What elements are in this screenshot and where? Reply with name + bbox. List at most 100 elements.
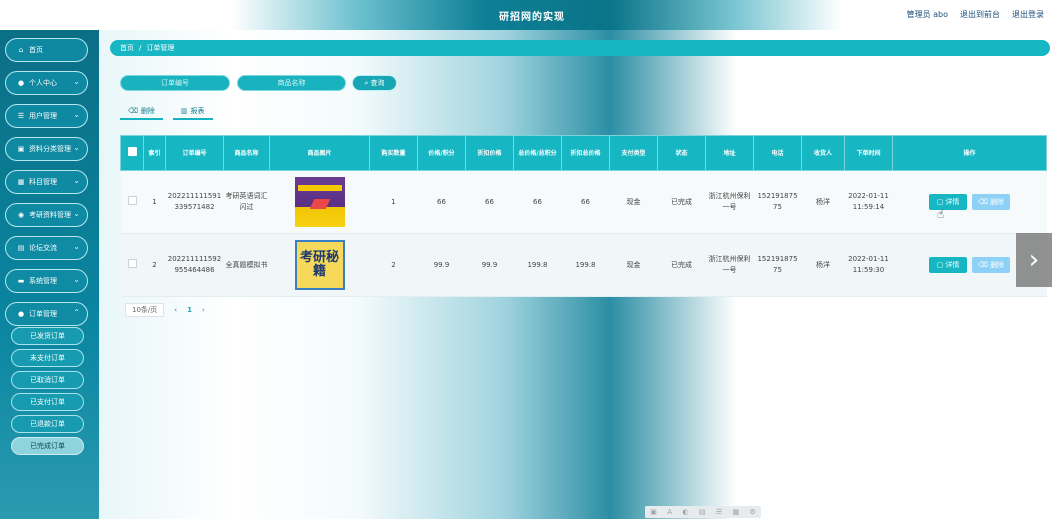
- toolbar-icon[interactable]: ▦: [733, 508, 740, 516]
- cell-discount-total: 66: [561, 170, 610, 234]
- select-all-checkbox[interactable]: [127, 147, 137, 156]
- cell-total: 66: [513, 170, 562, 234]
- sidebar-item-label: 首页: [29, 46, 43, 54]
- folder-icon: ▣: [17, 145, 25, 153]
- column-header: 商品名称: [223, 135, 270, 171]
- table-row: 1 202211111591339571482 考研英语词汇闪过 1 66 66…: [120, 170, 1047, 234]
- orders-table: 索引 订单编号 商品名称 商品图片 购买数量 价格/积分 折扣价格 总价格/总积…: [120, 135, 1047, 297]
- cell-order-no: 202211111591339571482: [165, 170, 224, 234]
- admin-user-link[interactable]: 管理员 abo: [907, 9, 948, 20]
- cell-product-image: 考研秘籍: [269, 233, 370, 297]
- sidebar-item-order-management[interactable]: ● 订单管理 ⌃: [5, 302, 88, 326]
- search-button[interactable]: ⌕ 查询: [352, 75, 397, 91]
- toolbar-icon[interactable]: ▣: [650, 508, 657, 516]
- sidebar-item-material-category[interactable]: ▣ 资料分类管理 ⌄: [5, 137, 88, 161]
- cell-price: 66: [417, 170, 466, 234]
- detail-button[interactable]: ▢ 详情: [929, 257, 967, 273]
- sub-item-shipped-orders[interactable]: 已发货订单: [11, 327, 84, 345]
- toolbar-icon[interactable]: ▤: [699, 508, 706, 516]
- column-header: 收货人: [801, 135, 845, 171]
- sub-item-completed-orders[interactable]: 已完成订单: [11, 437, 84, 455]
- sidebar-item-subject-management[interactable]: ▦ 科目管理 ⌄: [5, 170, 88, 194]
- detail-label: 详情: [945, 198, 960, 206]
- next-page-button[interactable]: ›: [202, 306, 205, 314]
- product-image: [294, 177, 345, 227]
- back-to-front-link[interactable]: 退出到前台: [960, 9, 1000, 20]
- sidebar-item-user-management[interactable]: ☰ 用户管理 ⌄: [5, 104, 88, 128]
- chevron-down-icon: ⌄: [73, 275, 80, 284]
- sidebar-item-home[interactable]: ⌂ 首页: [5, 38, 88, 62]
- cell-actions: ▢ 详情 ⌫ 删除: [892, 170, 1047, 234]
- select-all-cell[interactable]: [120, 135, 144, 171]
- delete-button[interactable]: ⌫ 删除: [972, 257, 1010, 273]
- chevron-up-icon: ⌃: [73, 308, 80, 317]
- row-checkbox[interactable]: [127, 258, 137, 268]
- book-icon: ◉: [17, 211, 25, 219]
- cell-discount-price: 99.9: [465, 233, 514, 297]
- sub-item-paid-orders[interactable]: 已支付订单: [11, 393, 84, 411]
- cell-phone: 15219187575: [753, 233, 802, 297]
- cell-index: 2: [143, 233, 166, 297]
- order-no-input[interactable]: 订单编号: [120, 75, 230, 91]
- cell-discount-price: 66: [465, 170, 514, 234]
- cell-order-time: 2022-01-11 11:59:30: [844, 233, 893, 297]
- report-label: 报表: [190, 107, 205, 115]
- sub-item-cancelled-orders[interactable]: 已取消订单: [11, 371, 84, 389]
- column-header: 索引: [143, 135, 166, 171]
- table-row: 2 202211111592955464486 全真题模拟书 考研秘籍 2 99…: [120, 233, 1047, 297]
- delete-button[interactable]: ⌫ 删除: [972, 194, 1010, 210]
- detail-button[interactable]: ▢ 详情: [929, 194, 967, 210]
- breadcrumb: 首页 / 订单管理: [110, 40, 1050, 56]
- cell-index: 1: [143, 170, 166, 234]
- cell-phone: 15219187575: [753, 170, 802, 234]
- chevron-down-icon: ⌄: [73, 143, 80, 152]
- delete-label: 删除: [990, 261, 1005, 269]
- page-number-current[interactable]: 1: [187, 306, 192, 314]
- action-bar: ⌫ 删除 ▥ 报表: [120, 104, 213, 120]
- cell-quantity: 1: [369, 170, 418, 234]
- row-checkbox[interactable]: [127, 195, 137, 205]
- page-size-select[interactable]: 10条/页: [125, 303, 165, 317]
- column-header: 购买数量: [369, 135, 418, 171]
- cell-discount-total: 199.8: [561, 233, 610, 297]
- product-image: 考研秘籍: [294, 240, 345, 290]
- breadcrumb-separator: /: [139, 44, 142, 52]
- chevron-down-icon: ⌄: [73, 242, 80, 251]
- cell-receiver: 杨洋: [801, 170, 845, 234]
- toolbar-icon[interactable]: ☰: [716, 508, 722, 516]
- column-header: 状态: [657, 135, 706, 171]
- report-button[interactable]: ▥ 报表: [172, 104, 213, 120]
- toolbar-icon[interactable]: ◐: [682, 508, 688, 516]
- sub-item-refunded-orders[interactable]: 已退款订单: [11, 415, 84, 433]
- sidebar-item-label: 资料分类管理: [29, 145, 71, 153]
- toolbar-icon[interactable]: A: [667, 508, 672, 516]
- sidebar-item-exam-material[interactable]: ◉ 考研资料管理 ⌄: [5, 203, 88, 227]
- pagination: 10条/页 ‹ 1 ›: [125, 303, 205, 317]
- sidebar-item-personal-center[interactable]: ● 个人中心 ⌄: [5, 71, 88, 95]
- header-links: 管理员 abo 退出到前台 退出登录: [907, 9, 1044, 20]
- logout-link[interactable]: 退出登录: [1012, 9, 1044, 20]
- trash-icon: ⌫: [977, 261, 991, 269]
- product-name-input[interactable]: 商品名称: [237, 75, 346, 91]
- floating-toolbar: ▣ A ◐ ▤ ☰ ▦ ⚙: [645, 506, 761, 518]
- top-bar: 研招网的实现 管理员 abo 退出到前台 退出登录: [0, 0, 1052, 30]
- sidebar-item-forum[interactable]: ▤ 论坛交流 ⌄: [5, 236, 88, 260]
- breadcrumb-home[interactable]: 首页: [120, 43, 134, 53]
- column-header: 折扣价格: [465, 135, 514, 171]
- trash-icon: ⌫: [128, 107, 138, 115]
- batch-delete-label: 删除: [140, 107, 155, 115]
- sub-item-unpaid-orders[interactable]: 未支付订单: [11, 349, 84, 367]
- cell-address: 浙江杭州保利一号: [705, 233, 754, 297]
- home-icon: ⌂: [18, 46, 24, 54]
- column-header: 总价格/总积分: [513, 135, 562, 171]
- prev-page-button[interactable]: ‹: [174, 306, 177, 314]
- column-header: 折扣总价格: [561, 135, 610, 171]
- toolbar-icon[interactable]: ⚙: [750, 508, 756, 516]
- grid-icon: ▦: [17, 178, 25, 186]
- sidebar-item-system-management[interactable]: ▬ 系统管理 ⌄: [5, 269, 88, 293]
- chevron-down-icon: ⌄: [73, 176, 80, 185]
- chevron-right-icon[interactable]: ›: [1016, 233, 1052, 287]
- sidebar-item-label: 个人中心: [29, 79, 57, 87]
- batch-delete-button[interactable]: ⌫ 删除: [120, 104, 163, 120]
- column-header: 价格/积分: [417, 135, 466, 171]
